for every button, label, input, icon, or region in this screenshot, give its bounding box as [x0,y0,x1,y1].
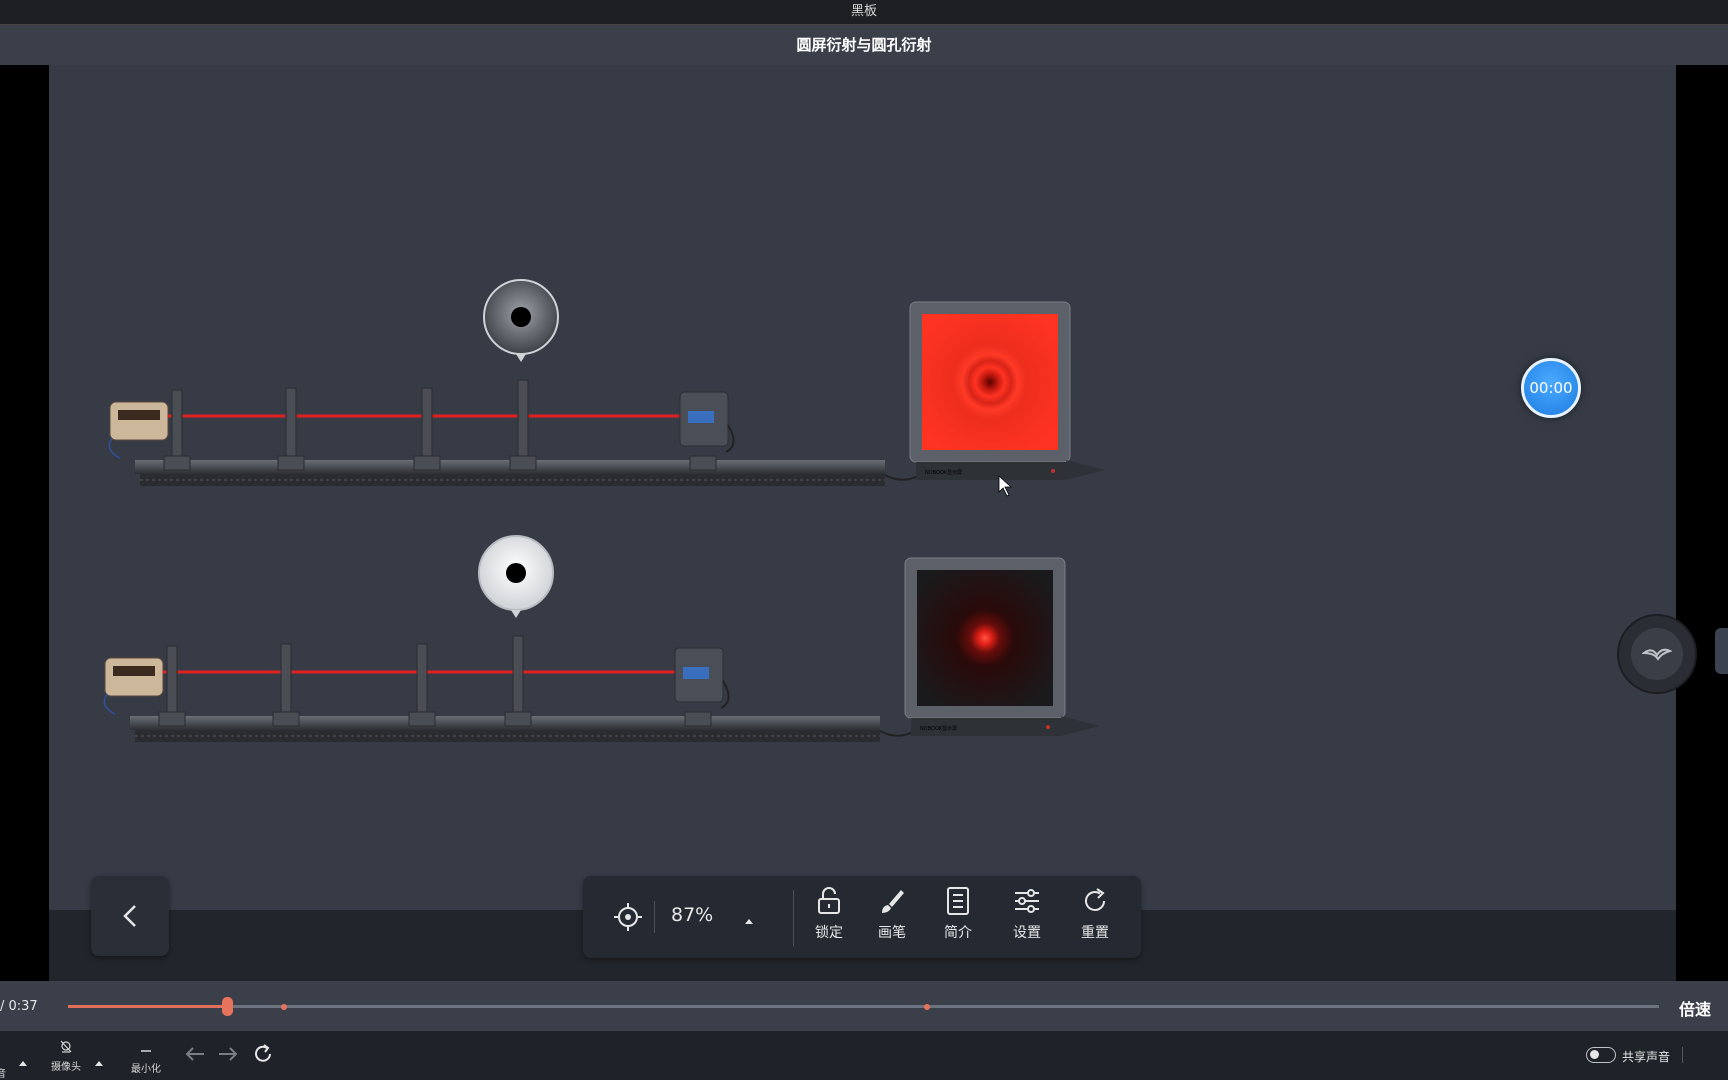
refresh-button[interactable] [252,1043,274,1069]
progress-marker[interactable] [924,1004,930,1010]
lower-holder-3[interactable] [416,643,428,717]
progress-fill [68,1005,228,1008]
experiment-diagram[interactable]: NOBOOK显示屏 NOBOOK显示屏 [90,270,1130,770]
nav-forward-button[interactable] [217,1045,239,1067]
simulation-toolbar: 87% 锁定 画笔 简介 设置 重置 [583,876,1141,958]
upper-holder-3[interactable] [421,387,433,461]
zoom-dropdown-button[interactable] [743,910,755,929]
document-icon [947,887,969,915]
lesson-title: 圆屏衍射与圆孔衍射 [796,36,932,54]
upper-screen-label: NOBOOK显示屏 [925,470,962,476]
timer-badge[interactable]: 00:00 [1521,358,1581,418]
zoom-level[interactable]: 87% [671,904,713,926]
lower-laser-source[interactable] [104,657,164,697]
window-titlebar: 黑板 [0,0,1728,25]
lower-holder-2[interactable] [280,643,292,717]
bird-icon [1631,628,1683,680]
locate-button[interactable] [613,902,643,936]
upper-optical-bench[interactable]: NOBOOK显示屏 [108,279,1105,486]
letterbox-right [1676,65,1728,981]
divider [1682,1047,1683,1063]
caret-up-icon [745,919,753,924]
meeting-control-bar: 音 摄像头 最小化 共享声音 [0,1031,1728,1080]
minimize-icon [141,1050,151,1052]
arrow-right-icon [219,1047,238,1061]
divider [654,901,655,933]
audio-label-fragment: 音 [0,1069,6,1080]
upper-aperture-holder[interactable] [517,379,529,461]
speed-button[interactable]: 倍速 [1679,996,1711,1020]
progress-marker[interactable] [281,1004,287,1010]
settings-label: 设置 [1013,925,1041,941]
share-audio-toggle[interactable] [1586,1047,1616,1063]
share-audio-label: 共享声音 [1622,1050,1671,1064]
arrow-left-icon [185,1047,204,1061]
unlock-icon [818,887,840,914]
minimize-button[interactable]: 最小化 [126,1041,166,1075]
refresh-icon [255,1044,271,1062]
side-panel-handle[interactable] [1715,628,1728,674]
brush-icon [882,890,904,913]
lower-holder-1[interactable] [166,645,178,717]
camera-label: 摄像头 [51,1062,81,1073]
upper-diffraction-pattern [922,314,1058,450]
settings-button[interactable]: 设置 [1002,886,1052,950]
letterbox-left [0,65,49,981]
progress-thumb[interactable] [222,997,234,1016]
lower-aperture-holder[interactable] [512,635,524,717]
intro-label: 简介 [944,925,972,941]
lower-diffraction-pattern [917,570,1053,706]
caret-up-icon [95,1061,103,1066]
lesson-header: 圆屏衍射与圆孔衍射 [0,25,1728,65]
upper-laser-source[interactable] [109,401,169,441]
lock-label: 锁定 [815,925,843,941]
toggle-knob [1590,1050,1599,1059]
progress-track[interactable] [68,1005,1659,1008]
audio-options-button[interactable] [18,1051,28,1070]
pen-label: 画笔 [878,925,906,941]
divider [793,890,794,946]
floating-action-button[interactable] [1617,614,1697,694]
camera-button[interactable]: 摄像头 [48,1039,84,1073]
lower-optical-bench[interactable]: NOBOOK显示屏 [103,535,1100,742]
lock-button[interactable]: 锁定 [804,886,854,950]
upper-holder-2[interactable] [285,387,297,461]
intro-button[interactable]: 简介 [933,886,983,950]
pen-button[interactable]: 画笔 [867,886,917,950]
window-title: 黑板 [850,4,877,19]
back-button[interactable] [91,876,169,956]
upper-holder-1[interactable] [171,389,183,461]
lower-screen-label: NOBOOK显示屏 [920,726,957,732]
sliders-icon [1015,889,1039,913]
reset-button[interactable]: 重置 [1070,886,1120,950]
camera-off-icon [60,1040,72,1053]
minimize-label: 最小化 [131,1064,161,1075]
nav-back-button[interactable] [184,1045,206,1067]
caret-up-icon [19,1061,27,1066]
chevron-left-icon [123,905,136,927]
playback-time: / 0:37 [0,999,38,1014]
camera-options-button[interactable] [94,1051,104,1070]
refresh-icon [1085,888,1105,911]
crosshair-icon [614,903,642,931]
reset-label: 重置 [1081,925,1109,941]
